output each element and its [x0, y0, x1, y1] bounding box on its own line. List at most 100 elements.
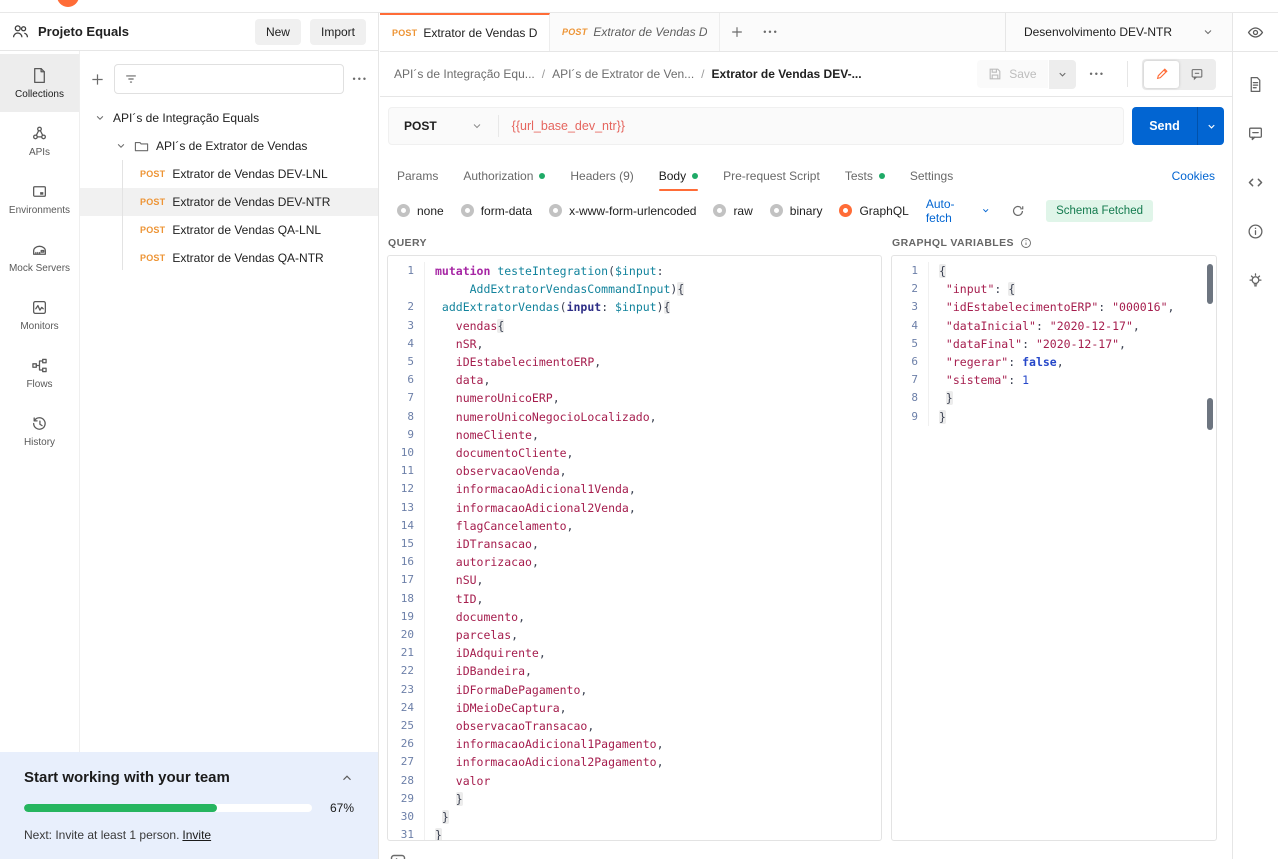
add-collection-button[interactable] [90, 72, 105, 87]
url-input[interactable]: {{url_base_dev_ntr}} [499, 119, 638, 133]
response-section-peek-button[interactable] [390, 854, 406, 859]
query-editor[interactable]: 1 mutation testeIntegration($input: AddExt… [387, 255, 882, 841]
comment-icon[interactable] [1247, 125, 1264, 142]
top-strip [0, 0, 1278, 13]
variables-scrollbar-thumb[interactable] [1207, 398, 1213, 430]
code-text: iDTransacao, [424, 535, 881, 554]
rail-item-collections[interactable]: Collections [0, 54, 79, 112]
request-tab-2[interactable]: POST Extrator de Vendas DEV [550, 13, 720, 51]
code-text: vendas{ [424, 316, 881, 335]
code-line: 14 flagCancelamento, [388, 516, 881, 536]
code-line: 3 vendas{ [388, 316, 881, 335]
code-line: 11 observacaoVenda, [388, 462, 881, 481]
body-type-x-www-form-urlencoded[interactable]: x-www-form-urlencoded [549, 204, 696, 218]
collections-tree-panel: ••• API´s de Integração Equals API´s de E… [80, 51, 378, 752]
rail-item-apis[interactable]: APIs [0, 112, 79, 170]
line-number: 6 [407, 373, 414, 387]
chevron-down-icon [471, 120, 483, 132]
tree-more-actions-button[interactable]: ••• [353, 74, 368, 84]
code-snippet-icon[interactable] [1247, 174, 1264, 191]
comment-mode-button[interactable] [1179, 61, 1214, 88]
collection-search-input[interactable] [114, 64, 344, 94]
line-number: 13 [400, 500, 414, 514]
save-options-chevron[interactable] [1048, 59, 1076, 89]
variables-editor[interactable]: 1{2 "input": {3 "idEstabelecimentoERP": "0… [891, 255, 1217, 841]
body-type-row: none form-data x-www-form-urlencoded raw bin… [380, 194, 1232, 227]
tree-item-extrator-de-vendas-dev-lnl[interactable]: POST Extrator de Vendas DEV-LNL [80, 160, 378, 188]
documentation-icon[interactable] [1247, 76, 1264, 93]
body-type-binary[interactable]: binary [769, 204, 822, 218]
tab-tests[interactable]: Tests [845, 157, 885, 194]
rail-item-mock-servers[interactable]: Mock Servers [0, 228, 79, 286]
line-number: 19 [400, 609, 414, 623]
body-type-none[interactable]: none [397, 204, 444, 218]
code-text: flagCancelamento, [424, 516, 881, 536]
breadcrumb-segment[interactable]: API´s de Extrator de Ven... [552, 67, 694, 81]
body-type-form-data[interactable]: form-data [460, 204, 532, 218]
code-line: 15 iDTransacao, [388, 535, 881, 554]
tab-label: Tests [844, 168, 873, 183]
tree-item-extrator-de-vendas-dev-ntr[interactable]: POST Extrator de Vendas DEV-NTR [80, 188, 378, 216]
line-number: 9 [407, 427, 414, 441]
method-label: POST [562, 27, 588, 37]
request-tab-1[interactable]: POST Extrator de Vendas DEV [380, 13, 550, 51]
tree-item-api-s-de-extrator-de-vendas[interactable]: API´s de Extrator de Vendas [80, 132, 378, 160]
code-line: 24 iDMeioDeCaptura, [388, 698, 881, 718]
tab-settings[interactable]: Settings [910, 157, 953, 194]
code-text: "regerar": false, [928, 353, 1216, 372]
save-button[interactable]: Save [977, 60, 1048, 88]
tree-item-extrator-de-vendas-qa-lnl[interactable]: POST Extrator de Vendas QA-LNL [80, 216, 378, 244]
code-line: 6 data, [388, 371, 881, 390]
method-label: POST [404, 119, 437, 133]
tab-body[interactable]: Body [658, 157, 699, 194]
refresh-schema-button[interactable] [1011, 204, 1025, 218]
tree-item-api-s-de-integra-o-equals[interactable]: API´s de Integração Equals [80, 104, 378, 132]
breadcrumb-segment[interactable]: API´s de Integração Equ... [394, 67, 535, 81]
request-more-actions-button[interactable]: ••• [1076, 69, 1119, 79]
onboarding-progress-fill [24, 804, 217, 812]
autofetch-dropdown[interactable]: Auto-fetch [926, 197, 990, 225]
breadcrumb-segment[interactable]: Extrator de Vendas DEV-... [712, 67, 862, 81]
code-text: } [424, 789, 881, 809]
line-number: 20 [400, 628, 414, 642]
code-text: } [424, 808, 881, 827]
collapse-chevron-up-icon[interactable] [340, 771, 354, 785]
edit-mode-button[interactable] [1144, 60, 1179, 88]
code-line: 4 "dataInicial": "2020-12-17", [892, 316, 1216, 335]
tab-headers-9[interactable]: Headers (9) [570, 157, 633, 194]
code-line: 17 nSU, [388, 571, 881, 590]
tab-params[interactable]: Params [397, 157, 438, 194]
rail-item-label: Mock Servers [8, 262, 71, 274]
variables-scrollbar-thumb[interactable] [1207, 264, 1213, 304]
info-icon[interactable] [1247, 223, 1264, 240]
new-tab-button[interactable] [720, 13, 754, 51]
send-options-chevron[interactable] [1197, 107, 1224, 145]
tree-item-extrator-de-vendas-qa-ntr[interactable]: POST Extrator de Vendas QA-NTR [80, 244, 378, 272]
send-button[interactable]: Send [1132, 107, 1224, 145]
import-button[interactable]: Import [309, 18, 366, 45]
cookies-link[interactable]: Cookies [1172, 169, 1215, 183]
code-text: "input": { [928, 280, 1216, 299]
rail-item-environments[interactable]: Environments [0, 170, 79, 228]
pull-request-bulb-icon[interactable] [1247, 272, 1264, 289]
rail-item-history[interactable]: History [0, 402, 79, 460]
tab-options-button[interactable]: ••• [754, 13, 788, 51]
rail-item-monitors[interactable]: Monitors [0, 286, 79, 344]
tab-authorization[interactable]: Authorization [463, 157, 546, 194]
body-type-graphql[interactable]: GraphQL [839, 204, 909, 218]
rail-item-flows[interactable]: Flows [0, 344, 79, 402]
graphql-editors: QUERY GRAPHQL VARIABLES 1 mutation testeI… [380, 225, 1232, 859]
chevron-down-icon [94, 112, 106, 124]
tab-pre-request-script[interactable]: Pre-request Script [723, 157, 820, 194]
environment-selector[interactable]: Desenvolvimento DEV-NTR [1004, 13, 1232, 51]
body-type-raw[interactable]: raw [713, 204, 753, 218]
code-text: iDMeioDeCaptura, [424, 698, 881, 718]
method-dropdown[interactable]: POST [389, 119, 498, 133]
edit-comment-toggle [1142, 58, 1216, 90]
environment-quick-look-button[interactable] [1233, 13, 1278, 52]
info-icon [1020, 238, 1031, 248]
new-button[interactable]: New [254, 18, 301, 45]
invite-link[interactable]: Invite [182, 828, 211, 842]
code-text: tID, [424, 589, 881, 608]
code-line: 12 informacaoAdicional1Venda, [388, 480, 881, 499]
